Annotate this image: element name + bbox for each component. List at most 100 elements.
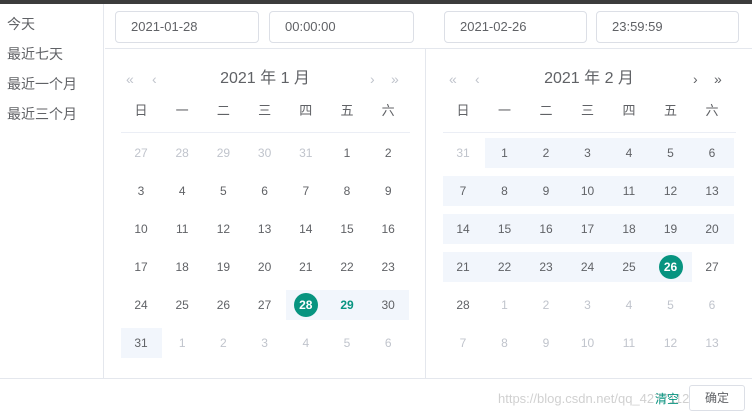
date-cell[interactable]: 3 xyxy=(568,138,608,168)
date-cell[interactable]: 22 xyxy=(485,252,525,282)
date-cell[interactable]: 5 xyxy=(651,138,691,168)
date-cell[interactable]: 11 xyxy=(609,328,649,358)
date-cell[interactable]: 31 xyxy=(286,138,326,168)
today-date-cell[interactable]: 29 xyxy=(327,290,367,320)
date-cell[interactable]: 4 xyxy=(609,290,649,320)
date-cell[interactable]: 14 xyxy=(443,214,483,244)
date-cell[interactable]: 23 xyxy=(368,252,408,282)
prev-month-icon[interactable]: ‹ xyxy=(152,69,157,89)
date-cell[interactable]: 11 xyxy=(162,214,202,244)
date-cell[interactable]: 17 xyxy=(568,214,608,244)
date-cell[interactable]: 9 xyxy=(526,328,566,358)
date-cell[interactable]: 27 xyxy=(245,290,285,320)
date-cell[interactable]: 22 xyxy=(327,252,367,282)
date-cell[interactable]: 28 xyxy=(162,138,202,168)
date-cell[interactable]: 6 xyxy=(692,138,732,168)
date-cell[interactable]: 16 xyxy=(526,214,566,244)
date-cell[interactable]: 26 xyxy=(203,290,243,320)
date-cell[interactable]: 27 xyxy=(121,138,161,168)
date-cell[interactable]: 17 xyxy=(121,252,161,282)
date-cell[interactable]: 19 xyxy=(651,214,691,244)
start-date-input[interactable]: 2021-01-28 xyxy=(115,11,259,43)
date-cell[interactable]: 2 xyxy=(526,290,566,320)
prev-month-icon[interactable]: ‹ xyxy=(475,69,480,89)
date-cell[interactable]: 12 xyxy=(203,214,243,244)
shortcut-last-3-months[interactable]: 最近三个月 xyxy=(7,104,77,124)
date-cell[interactable]: 10 xyxy=(121,214,161,244)
prev-year-icon[interactable]: « xyxy=(126,69,134,89)
date-cell[interactable]: 1 xyxy=(485,138,525,168)
date-cell[interactable]: 16 xyxy=(368,214,408,244)
date-cell[interactable]: 4 xyxy=(162,176,202,206)
date-cell[interactable]: 29 xyxy=(203,138,243,168)
date-cell[interactable]: 19 xyxy=(203,252,243,282)
start-time-input[interactable]: 00:00:00 xyxy=(269,11,414,43)
date-cell[interactable]: 24 xyxy=(121,290,161,320)
date-cell[interactable]: 11 xyxy=(609,176,649,206)
date-cell[interactable]: 2 xyxy=(526,138,566,168)
date-cell[interactable]: 30 xyxy=(368,290,408,320)
date-cell[interactable]: 13 xyxy=(692,328,732,358)
date-cell[interactable]: 1 xyxy=(162,328,202,358)
next-year-icon[interactable]: » xyxy=(714,69,722,89)
shortcut-today[interactable]: 今天 xyxy=(7,14,35,34)
date-cell[interactable]: 1 xyxy=(485,290,525,320)
date-cell[interactable]: 9 xyxy=(368,176,408,206)
date-cell[interactable]: 5 xyxy=(327,328,367,358)
date-cell[interactable]: 3 xyxy=(568,290,608,320)
date-cell[interactable]: 21 xyxy=(286,252,326,282)
date-cell[interactable]: 28 xyxy=(443,290,483,320)
date-cell[interactable]: 30 xyxy=(245,138,285,168)
date-cell[interactable]: 20 xyxy=(245,252,285,282)
next-year-icon[interactable]: » xyxy=(391,69,399,89)
date-cell[interactable]: 3 xyxy=(245,328,285,358)
date-cell[interactable]: 7 xyxy=(443,328,483,358)
date-cell[interactable]: 1 xyxy=(327,138,367,168)
shortcut-last-month[interactable]: 最近一个月 xyxy=(7,74,77,94)
date-cell[interactable]: 24 xyxy=(568,252,608,282)
end-time-input[interactable]: 23:59:59 xyxy=(596,11,739,43)
date-cell[interactable]: 5 xyxy=(203,176,243,206)
date-cell[interactable]: 6 xyxy=(692,290,732,320)
date-cell[interactable]: 8 xyxy=(327,176,367,206)
date-cell[interactable]: 7 xyxy=(286,176,326,206)
date-cell[interactable]: 14 xyxy=(286,214,326,244)
date-cell[interactable]: 6 xyxy=(368,328,408,358)
date-cell[interactable]: 21 xyxy=(443,252,483,282)
date-cell[interactable]: 13 xyxy=(692,176,732,206)
date-cell[interactable]: 25 xyxy=(609,252,649,282)
date-cell[interactable]: 13 xyxy=(245,214,285,244)
prev-year-icon[interactable]: « xyxy=(449,69,457,89)
date-cell[interactable]: 15 xyxy=(327,214,367,244)
date-cell[interactable]: 8 xyxy=(485,328,525,358)
date-cell[interactable]: 9 xyxy=(526,176,566,206)
date-cell[interactable]: 3 xyxy=(121,176,161,206)
selected-date-cell[interactable]: 28 xyxy=(286,290,326,320)
date-cell[interactable]: 10 xyxy=(568,176,608,206)
date-cell[interactable]: 31 xyxy=(443,138,483,168)
end-date-input[interactable]: 2021-02-26 xyxy=(444,11,587,43)
date-cell[interactable]: 4 xyxy=(609,138,649,168)
date-cell[interactable]: 25 xyxy=(162,290,202,320)
date-cell[interactable]: 27 xyxy=(692,252,732,282)
clear-button[interactable]: 清空 xyxy=(655,391,679,407)
date-cell[interactable]: 12 xyxy=(651,176,691,206)
date-cell[interactable]: 7 xyxy=(443,176,483,206)
date-cell[interactable]: 10 xyxy=(568,328,608,358)
next-month-icon[interactable]: › xyxy=(693,69,698,89)
next-month-icon[interactable]: › xyxy=(370,69,375,89)
date-cell[interactable]: 4 xyxy=(286,328,326,358)
date-cell[interactable]: 8 xyxy=(485,176,525,206)
date-cell[interactable]: 18 xyxy=(162,252,202,282)
date-cell[interactable]: 31 xyxy=(121,328,161,358)
date-cell[interactable]: 18 xyxy=(609,214,649,244)
confirm-button[interactable]: 确定 xyxy=(689,385,745,411)
date-cell[interactable]: 2 xyxy=(203,328,243,358)
selected-date-cell[interactable]: 26 xyxy=(651,252,691,282)
date-cell[interactable]: 20 xyxy=(692,214,732,244)
date-cell[interactable]: 12 xyxy=(651,328,691,358)
shortcut-last-7-days[interactable]: 最近七天 xyxy=(7,44,63,64)
date-cell[interactable]: 2 xyxy=(368,138,408,168)
date-cell[interactable]: 5 xyxy=(651,290,691,320)
date-cell[interactable]: 23 xyxy=(526,252,566,282)
